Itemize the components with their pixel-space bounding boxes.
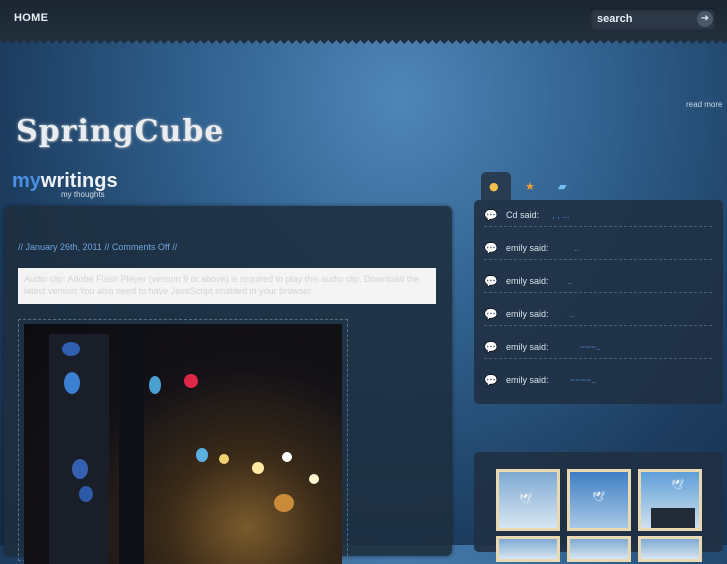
speech-bubble-icon: 💬 (484, 308, 498, 321)
bird-icon: 🕊 (519, 494, 532, 505)
comment-author[interactable]: Cd said: (506, 210, 539, 220)
bird-icon: 🕊 (671, 480, 684, 491)
nav-home-link[interactable]: HOME (14, 12, 48, 24)
gallery-thumbnail[interactable]: 🕊 (567, 469, 631, 531)
bokeh-light (79, 486, 93, 502)
search-arrow-icon[interactable]: ➜ (697, 11, 713, 27)
section-title: mywritings (12, 170, 118, 192)
comment-item[interactable]: 💬 Cd said: , , ... (484, 206, 712, 227)
window-frame (49, 334, 109, 564)
comment-item[interactable]: 💬 emily said: ~~~.. (484, 338, 712, 359)
photo-icon: ▰ (558, 180, 567, 193)
section-title-writings: writings (40, 170, 118, 192)
comment-item[interactable]: 💬 emily said: .. (484, 305, 712, 326)
speech-bubble-icon: 💬 (484, 275, 498, 288)
bokeh-light (282, 452, 292, 462)
window-frame (119, 324, 144, 564)
gallery-thumbnail[interactable]: 🕊 (638, 469, 702, 531)
bokeh-light (62, 342, 80, 356)
comment-text[interactable]: .. (574, 243, 579, 253)
bokeh-light (72, 459, 88, 479)
comment-text[interactable]: , , ... (552, 210, 570, 220)
comment-author[interactable]: emily said: (506, 243, 549, 253)
comment-author[interactable]: emily said: (506, 342, 549, 352)
speech-bubble-icon: 💬 (484, 341, 498, 354)
comment-item[interactable]: 💬 emily said: .. (484, 239, 712, 260)
tab-favorites[interactable]: ★ (517, 172, 547, 200)
bokeh-light (196, 448, 208, 462)
bird-icon: 🕊 (592, 492, 605, 503)
comment-author[interactable]: emily said: (506, 375, 549, 385)
read-more-link[interactable]: read more (686, 100, 722, 109)
rooftop-shape (651, 508, 695, 528)
bokeh-light (219, 454, 229, 464)
comment-author[interactable]: emily said: (506, 309, 549, 319)
post-image (24, 324, 342, 564)
section-subtitle: my thoughts (61, 190, 105, 199)
comment-item[interactable]: 💬 emily said: ~~~~.. (484, 371, 712, 391)
bokeh-light (274, 494, 294, 512)
comment-text[interactable]: .. (567, 276, 572, 286)
speech-bubble-icon: 💬 (484, 374, 498, 387)
gallery-thumbnail[interactable]: 🕊 (496, 469, 560, 531)
speech-bubble-icon: 💬 (484, 209, 498, 222)
bokeh-light (252, 462, 264, 474)
bokeh-light (64, 372, 80, 394)
comment-text[interactable]: .. (569, 309, 574, 319)
bokeh-light (309, 474, 319, 484)
gallery-thumbnail[interactable] (496, 536, 560, 562)
zigzag-border (0, 40, 727, 48)
site-title[interactable]: SpringCube (16, 114, 224, 149)
section-title-my: my (12, 170, 41, 192)
comment-author[interactable]: emily said: (506, 276, 549, 286)
comment-item[interactable]: 💬 emily said: .. (484, 272, 712, 293)
tab-photos[interactable]: ▰ (550, 172, 580, 200)
recent-comments-panel: 💬 Cd said: , , ... 💬 emily said: .. 💬 em… (474, 200, 723, 404)
search-input[interactable]: search (597, 13, 632, 25)
comment-text[interactable]: ~~~.. (580, 342, 601, 352)
tab-comments[interactable]: ● (481, 172, 511, 200)
bokeh-light (149, 376, 161, 394)
photo-gallery-panel: 🕊 🕊 🕊 (474, 452, 723, 562)
gallery-thumbnail[interactable] (567, 536, 631, 562)
speech-bubble-icon: 💬 (484, 242, 498, 255)
audio-notice: Audio clip: Adobe Flash Player (version … (18, 268, 436, 304)
bokeh-light (184, 374, 198, 388)
post-meta[interactable]: // January 26th, 2011 // Comments Off // (18, 242, 177, 252)
star-icon: ★ (525, 180, 535, 193)
search-box[interactable]: search ➜ (590, 8, 716, 30)
gallery-thumbnail[interactable] (638, 536, 702, 562)
chat-bubbles-icon: ● (489, 180, 499, 193)
comment-text[interactable]: ~~~~.. (570, 375, 596, 385)
